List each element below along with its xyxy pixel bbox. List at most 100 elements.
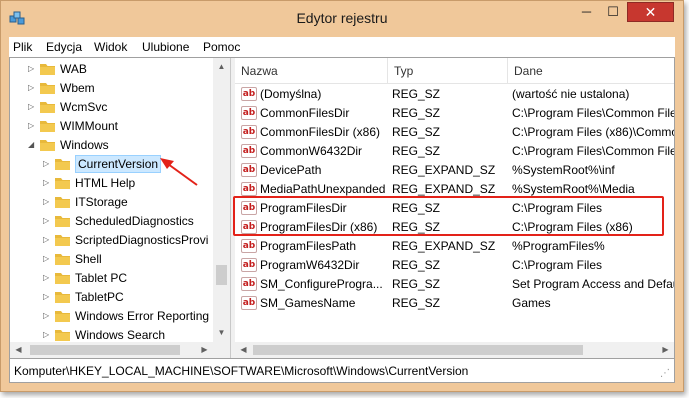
folder-icon bbox=[55, 216, 70, 227]
value-data: Set Program Access and Defaults bbox=[512, 277, 674, 291]
maximize-button[interactable]: ☐ bbox=[600, 2, 626, 22]
minimize-button[interactable]: ─ bbox=[573, 2, 600, 22]
tree-item-label: ScriptedDiagnosticsProvi bbox=[75, 233, 209, 247]
tree-item-label: WAB bbox=[60, 62, 87, 76]
expand-right-icon[interactable]: ▷ bbox=[43, 273, 49, 282]
tree-item[interactable]: ▷ CurrentVersion bbox=[10, 155, 213, 174]
expand-right-icon[interactable]: ▷ bbox=[43, 178, 49, 187]
folder-icon bbox=[55, 311, 70, 322]
folder-icon bbox=[55, 254, 70, 265]
column-data[interactable]: Dane bbox=[508, 58, 674, 84]
menu-view[interactable]: Widok bbox=[94, 40, 127, 54]
expand-right-icon[interactable]: ▷ bbox=[43, 235, 49, 244]
scroll-right-icon[interactable]: ▶ bbox=[196, 342, 213, 358]
column-type[interactable]: Typ bbox=[388, 58, 508, 84]
value-row[interactable]: ab DevicePath REG_EXPAND_SZ %SystemRoot%\in… bbox=[235, 161, 674, 180]
expand-down-icon[interactable]: ◢ bbox=[28, 140, 34, 149]
menu-file[interactable]: Plik bbox=[13, 40, 32, 54]
folder-icon bbox=[40, 121, 55, 132]
value-name: CommonFilesDir bbox=[260, 106, 350, 120]
menu-bar: Plik Edycja Widok Ulubione Pomoc bbox=[9, 37, 675, 57]
value-name: SM_ConfigureProgra... bbox=[260, 277, 383, 291]
tree-item[interactable]: ▷ ScheduledDiagnostics bbox=[10, 212, 213, 231]
tree-item[interactable]: ▷ ScriptedDiagnosticsProvi bbox=[10, 231, 213, 250]
folder-icon bbox=[40, 140, 55, 151]
value-name: CommonW6432Dir bbox=[260, 144, 363, 158]
menu-help[interactable]: Pomoc bbox=[203, 40, 240, 54]
expand-right-icon[interactable]: ▷ bbox=[43, 254, 49, 263]
scroll-right-icon[interactable]: ▶ bbox=[657, 342, 674, 358]
tree-item[interactable]: ▷ WcmSvc bbox=[10, 98, 213, 117]
tree-item[interactable]: ▷ ITStorage bbox=[10, 193, 213, 212]
folder-icon bbox=[55, 159, 70, 170]
value-type: REG_SZ bbox=[392, 296, 441, 310]
tree-horizontal-scrollbar[interactable]: ◀ ▶ bbox=[10, 342, 213, 358]
value-name: CommonFilesDir (x86) bbox=[260, 125, 381, 139]
expand-right-icon[interactable]: ▷ bbox=[28, 64, 34, 73]
value-type: REG_SZ bbox=[392, 144, 441, 158]
value-row[interactable]: ab CommonFilesDir REG_SZ C:\Program Files\C… bbox=[235, 104, 674, 123]
tree-item[interactable]: ▷ HTML Help bbox=[10, 174, 213, 193]
scroll-left-icon[interactable]: ◀ bbox=[235, 342, 252, 358]
expand-right-icon[interactable]: ▷ bbox=[43, 216, 49, 225]
value-name: DevicePath bbox=[260, 163, 322, 177]
value-type: REG_SZ bbox=[392, 87, 441, 101]
folder-icon bbox=[40, 102, 55, 113]
resize-grip-icon[interactable]: ⋰ bbox=[660, 368, 670, 379]
value-row[interactable]: ab ProgramFilesPath REG_EXPAND_SZ %ProgramF… bbox=[235, 237, 674, 256]
value-row[interactable]: ab SM_ConfigureProgra... REG_SZ Set Program… bbox=[235, 275, 674, 294]
tree-item[interactable]: ▷ Tablet PC bbox=[10, 269, 213, 288]
tree-item[interactable]: ▷ TabletPC bbox=[10, 288, 213, 307]
tree-item-label: Windows bbox=[60, 138, 109, 152]
scroll-thumb-horizontal[interactable] bbox=[30, 345, 180, 355]
folder-icon bbox=[55, 235, 70, 246]
value-data: C:\Program Files (x86)\Common Files bbox=[512, 125, 674, 139]
key-path: Komputer\HKEY_LOCAL_MACHINE\SOFTWARE\Mic… bbox=[14, 364, 469, 378]
tree-item-label: WcmSvc bbox=[60, 100, 108, 114]
value-type: REG_SZ bbox=[392, 258, 441, 272]
expand-right-icon[interactable]: ▷ bbox=[43, 159, 49, 168]
title-bar[interactable]: Edytor rejestru ─ ☐ ✕ bbox=[1, 1, 683, 37]
column-name[interactable]: Nazwa bbox=[235, 58, 388, 84]
folder-icon bbox=[40, 64, 55, 75]
expand-right-icon[interactable]: ▷ bbox=[43, 197, 49, 206]
expand-right-icon[interactable]: ▷ bbox=[28, 121, 34, 130]
value-data: (wartość nie ustalona) bbox=[512, 87, 630, 101]
value-data: Games bbox=[512, 296, 551, 310]
value-row[interactable]: ab (Domyślna) REG_SZ (wartość nie ustalona) bbox=[235, 85, 674, 104]
tree-item[interactable]: ▷ Windows Error Reporting bbox=[10, 307, 213, 326]
value-name: MediaPathUnexpanded bbox=[260, 182, 386, 196]
tree-item[interactable]: ◢ Windows bbox=[10, 136, 213, 155]
menu-edit[interactable]: Edycja bbox=[46, 40, 82, 54]
scroll-down-icon[interactable]: ▼ bbox=[213, 324, 230, 341]
value-row[interactable]: ab SM_GamesName REG_SZ Games bbox=[235, 294, 674, 313]
menu-favorites[interactable]: Ulubione bbox=[142, 40, 189, 54]
string-value-icon: ab bbox=[241, 163, 257, 177]
string-value-icon: ab bbox=[241, 144, 257, 158]
close-button[interactable]: ✕ bbox=[627, 2, 674, 22]
value-type: REG_EXPAND_SZ bbox=[392, 239, 496, 253]
scroll-up-icon[interactable]: ▲ bbox=[213, 58, 230, 75]
expand-right-icon[interactable]: ▷ bbox=[43, 292, 49, 301]
tree-vertical-scrollbar[interactable]: ▲ ▼ bbox=[213, 58, 230, 358]
value-row[interactable]: ab CommonFilesDir (x86) REG_SZ C:\Program F… bbox=[235, 123, 674, 142]
scroll-thumb-horizontal[interactable] bbox=[253, 345, 583, 355]
value-row[interactable]: ab CommonW6432Dir REG_SZ C:\Program Files\C… bbox=[235, 142, 674, 161]
expand-right-icon[interactable]: ▷ bbox=[28, 102, 34, 111]
tree-item[interactable]: ▷ Wbem bbox=[10, 79, 213, 98]
tree-item[interactable]: ▷ WAB bbox=[10, 60, 213, 79]
value-name: SM_GamesName bbox=[260, 296, 356, 310]
string-value-icon: ab bbox=[241, 277, 257, 291]
expand-right-icon[interactable]: ▷ bbox=[43, 311, 49, 320]
expand-right-icon[interactable]: ▷ bbox=[43, 330, 49, 339]
value-row[interactable]: ab ProgramW6432Dir REG_SZ C:\Program Files bbox=[235, 256, 674, 275]
list-horizontal-scrollbar[interactable]: ◀ ▶ bbox=[235, 342, 674, 358]
scroll-left-icon[interactable]: ◀ bbox=[10, 342, 27, 358]
scroll-thumb[interactable] bbox=[216, 265, 227, 285]
value-data: %ProgramFiles% bbox=[512, 239, 605, 253]
expand-right-icon[interactable]: ▷ bbox=[28, 83, 34, 92]
tree-item[interactable]: ▷ WIMMount bbox=[10, 117, 213, 136]
tree-item-label: WIMMount bbox=[60, 119, 119, 133]
value-data: C:\Program Files\Common Files bbox=[512, 144, 674, 158]
tree-item[interactable]: ▷ Shell bbox=[10, 250, 213, 269]
